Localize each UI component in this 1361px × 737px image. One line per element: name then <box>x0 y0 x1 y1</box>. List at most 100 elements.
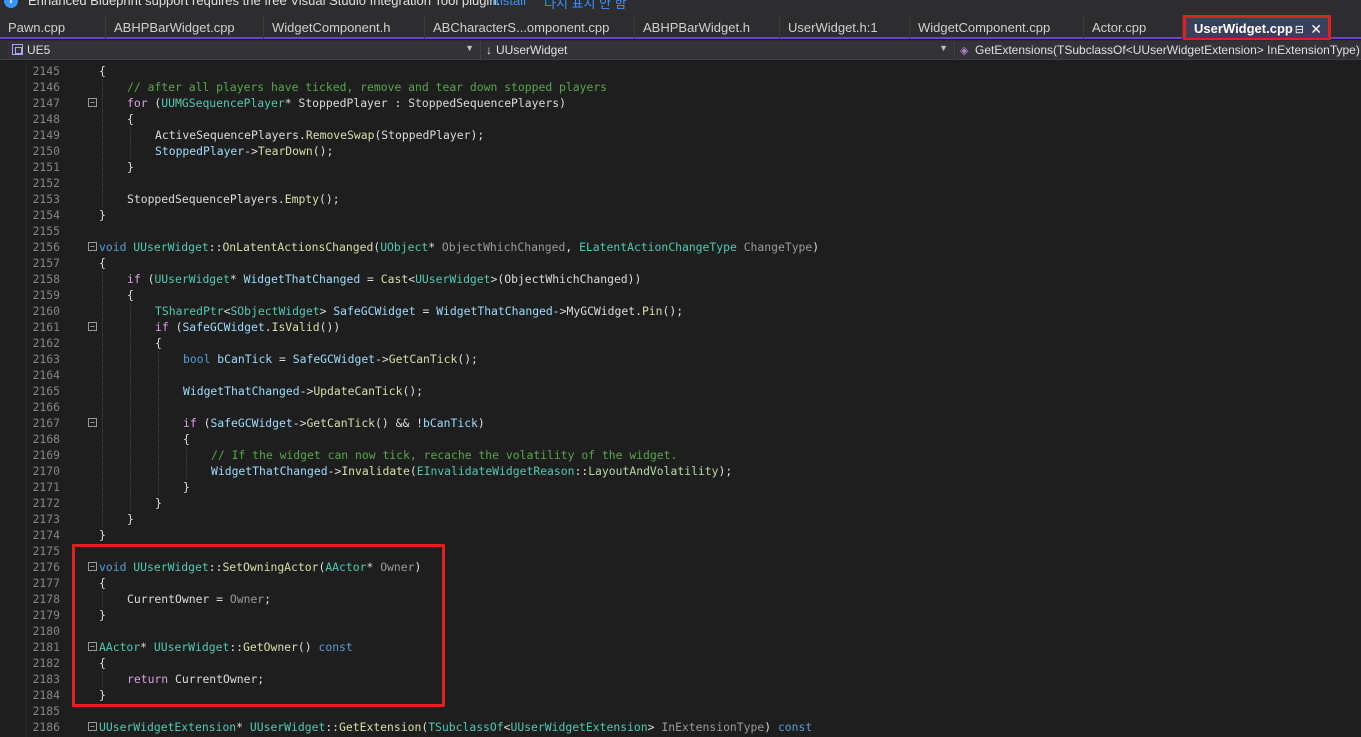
code-line[interactable]: 2172} <box>0 495 1361 511</box>
tab-abcharacterstatcomponent-cpp[interactable]: ABCharacterS...omponent.cpp <box>425 16 635 39</box>
indent-guide <box>130 303 131 319</box>
install-link[interactable]: Install <box>492 0 526 8</box>
code-text: CurrentOwner = Owner; <box>127 592 272 606</box>
code-text: if (SafeGCWidget->GetCanTick() && !bCanT… <box>183 416 485 430</box>
tab-label: Pawn.cpp <box>8 20 66 35</box>
code-text: { <box>127 288 134 302</box>
code-line[interactable]: 2173} <box>0 511 1361 527</box>
document-tab-bar: Pawn.cpp ABHPBarWidget.cpp WidgetCompone… <box>0 12 1361 41</box>
code-line[interactable]: 2165 WidgetThatChanged->UpdateCanTick(); <box>0 383 1361 399</box>
code-line[interactable]: 2148 { <box>0 111 1361 127</box>
collapse-toggle-icon[interactable]: − <box>88 322 97 331</box>
code-line[interactable]: 2180 <box>0 623 1361 639</box>
line-number: 2183 <box>32 672 60 686</box>
code-line[interactable]: 2175 <box>0 543 1361 559</box>
collapse-toggle-icon[interactable]: − <box>88 242 97 251</box>
indent-guide <box>102 319 103 335</box>
code-text: } <box>99 528 106 542</box>
member-dropdown[interactable]: ◈ GetExtensions(TSubclassOf<UUserWidgetEx… <box>956 41 1361 59</box>
indent-guide <box>102 143 103 159</box>
code-line[interactable]: 2169 // If the widget can now tick, recac… <box>0 447 1361 463</box>
pin-icon[interactable]: ⊟ <box>1295 23 1304 36</box>
indent-guide <box>102 495 103 511</box>
line-number: 2165 <box>32 384 60 398</box>
tab-userwidget-cpp[interactable]: UserWidget.cpp ⊟ ✕ <box>1183 15 1331 41</box>
code-line[interactable]: 2151} <box>0 159 1361 175</box>
line-number: 2174 <box>32 528 60 542</box>
navigation-bar: UE5 ▼ ↓ UUserWidget ▼ ◈ GetExtensions(TSub… <box>0 40 1361 60</box>
code-line[interactable]: 2167 − if (SafeGCWidget->GetCanTick() && !… <box>0 415 1361 431</box>
line-number: 2181 <box>32 640 60 654</box>
collapse-toggle-icon[interactable]: − <box>88 642 97 651</box>
tab-widgetcomponent-h[interactable]: WidgetComponent.h <box>264 16 425 39</box>
tab-pawn-cpp[interactable]: Pawn.cpp <box>0 16 106 39</box>
tab-userwidget-h[interactable]: UserWidget.h:1 <box>780 16 910 39</box>
tab-actor-cpp[interactable]: Actor.cpp <box>1084 16 1183 39</box>
indent-guide <box>102 591 103 607</box>
code-text: } <box>155 496 162 510</box>
code-line[interactable]: 2156 − void UUserWidget::OnLatentActionsCh… <box>0 239 1361 255</box>
indent-guide <box>102 479 103 495</box>
scope-dropdown[interactable]: ↓ UUserWidget ▼ <box>482 41 955 59</box>
tab-widgetcomponent-cpp[interactable]: WidgetComponent.cpp <box>910 16 1084 39</box>
code-line[interactable]: 2161 − if (SafeGCWidget.IsValid()) <box>0 319 1361 335</box>
indent-guide <box>130 415 131 431</box>
indent-guide <box>102 383 103 399</box>
code-line[interactable]: 2150 StoppedPlayer->TearDown(); <box>0 143 1361 159</box>
code-line[interactable]: 2159 { <box>0 287 1361 303</box>
tab-abhpbarwidget-h[interactable]: ABHPBarWidget.h <box>635 16 780 39</box>
code-line[interactable]: 2153 StoppedSequencePlayers.Empty(); <box>0 191 1361 207</box>
code-line[interactable]: 2181 − AActor* UUserWidget::GetOwner() con… <box>0 639 1361 655</box>
code-text: WidgetThatChanged->Invalidate(EInvalidat… <box>211 464 733 478</box>
code-line[interactable]: 2185 <box>0 703 1361 719</box>
code-line[interactable]: 2176 − void UUserWidget::SetOwningActor(AA… <box>0 559 1361 575</box>
line-number: 2158 <box>32 272 60 286</box>
code-line[interactable]: 2177 { <box>0 575 1361 591</box>
project-dropdown[interactable]: UE5 ▼ <box>8 41 481 59</box>
code-line[interactable]: 2168 { <box>0 431 1361 447</box>
code-line[interactable]: 2162 { <box>0 335 1361 351</box>
code-line[interactable]: 2170 WidgetThatChanged->Invalidate(EInval… <box>0 463 1361 479</box>
info-message: Enhanced Blueprint support requires the … <box>28 0 501 8</box>
code-line[interactable]: 2171} <box>0 479 1361 495</box>
code-line[interactable]: 2179} <box>0 607 1361 623</box>
line-number: 2171 <box>32 480 60 494</box>
line-number: 2186 <box>32 720 60 734</box>
code-line[interactable]: 2183 return CurrentOwner; <box>0 671 1361 687</box>
code-editor[interactable]: 2145 {2146 // after all players have ticke… <box>0 61 1361 737</box>
code-line[interactable]: 2147 − for (UUMGSequencePlayer* StoppedPla… <box>0 95 1361 111</box>
code-line[interactable]: 2182 { <box>0 655 1361 671</box>
code-line[interactable]: 2160 TSharedPtr<SObjectWidget> SafeGCWidg… <box>0 303 1361 319</box>
code-line[interactable]: 2149 ActiveSequencePlayers.RemoveSwap(Sto… <box>0 127 1361 143</box>
code-line[interactable]: 2145 { <box>0 63 1361 79</box>
code-line[interactable]: 2158 if (UUserWidget* WidgetThatChanged =… <box>0 271 1361 287</box>
tab-label: WidgetComponent.cpp <box>918 20 1051 35</box>
tab-abhpbarwidget-cpp[interactable]: ABHPBarWidget.cpp <box>106 16 264 39</box>
collapse-toggle-icon[interactable]: − <box>88 722 97 731</box>
indent-guide <box>102 287 103 303</box>
code-line[interactable]: 2184} <box>0 687 1361 703</box>
close-icon[interactable]: ✕ <box>1310 21 1322 38</box>
collapse-toggle-icon[interactable]: − <box>88 418 97 427</box>
indent-guide <box>186 447 187 463</box>
code-line[interactable]: 2163 bool bCanTick = SafeGCWidget->GetCan… <box>0 351 1361 367</box>
code-line[interactable]: 2178 CurrentOwner = Owner; <box>0 591 1361 607</box>
indent-guide <box>102 127 103 143</box>
indent-guide <box>102 415 103 431</box>
code-line[interactable]: 2174} <box>0 527 1361 543</box>
code-line[interactable]: 2166 <box>0 399 1361 415</box>
code-line[interactable]: 2186 − UUserWidgetExtension* UUserWidget::… <box>0 719 1361 735</box>
code-line[interactable]: 2146 // after all players have ticked, re… <box>0 79 1361 95</box>
dismiss-link[interactable]: 다시 표시 안 함 <box>544 0 627 12</box>
indent-guide <box>158 415 159 431</box>
code-line[interactable]: 2155 <box>0 223 1361 239</box>
code-text: // If the widget can now tick, recache t… <box>211 448 678 462</box>
chevron-down-icon: ▼ <box>465 43 474 53</box>
indent-guide <box>102 367 103 383</box>
code-line[interactable]: 2164 <box>0 367 1361 383</box>
code-line[interactable]: 2152 <box>0 175 1361 191</box>
code-line[interactable]: 2157 { <box>0 255 1361 271</box>
code-line[interactable]: 2154} <box>0 207 1361 223</box>
collapse-toggle-icon[interactable]: − <box>88 98 97 107</box>
collapse-toggle-icon[interactable]: − <box>88 562 97 571</box>
